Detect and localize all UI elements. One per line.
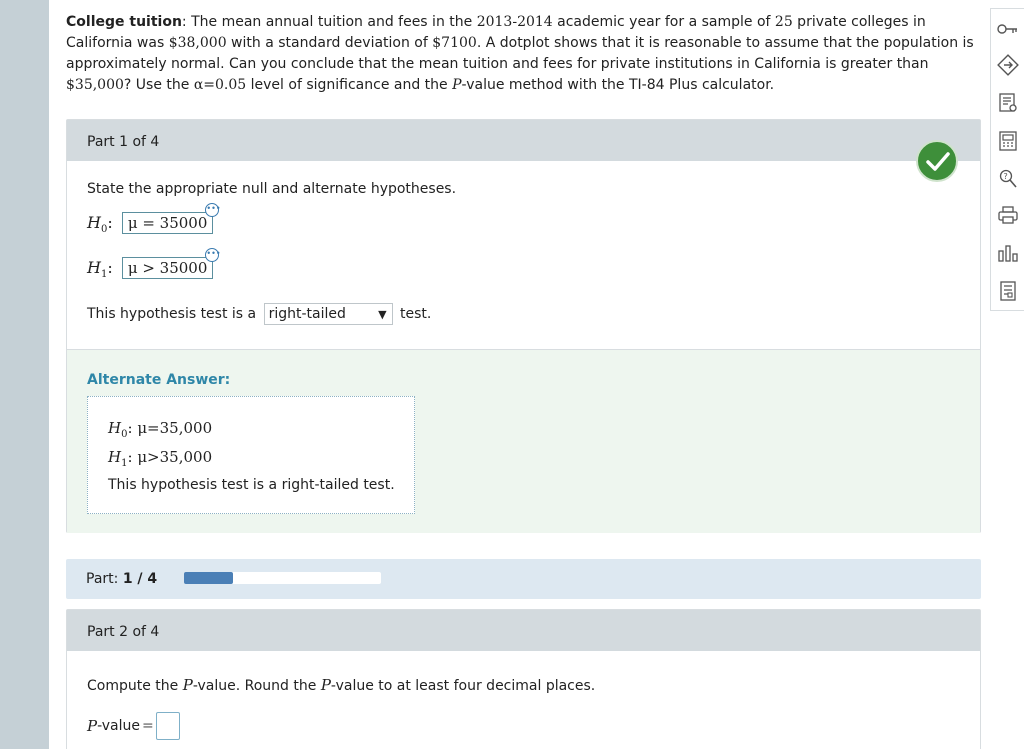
alt-h1-line: H1: μ>35,000 [108, 448, 213, 469]
problem-text: : The mean annual tuition and fees in th… [181, 14, 477, 30]
problem-text: -value method with the TI-84 Plus calcul… [461, 77, 775, 93]
alt-h0-letter: H [108, 419, 122, 437]
part1-header: Part 1 of 4 [67, 120, 980, 161]
alternate-answer-box: H0: μ=35,000 H1: μ>35,000 This hypothesi… [87, 396, 415, 514]
test-prefix: This hypothesis test is a [87, 306, 257, 322]
progress-fill [184, 572, 234, 584]
problem-mean: $38,000 [168, 35, 227, 51]
part2-header: Part 2 of 4 [67, 610, 980, 651]
progress-bar-panel: Part: 1 / 4 [66, 559, 981, 599]
part1-card: Part 1 of 4 State the appropriate null a… [66, 119, 981, 533]
part2-instruction: Compute the P-value. Round the P-value t… [87, 676, 595, 694]
content-area: College tuition: The mean annual tuition… [49, 0, 985, 749]
h1-value: μ > 35000 [127, 259, 208, 277]
more-options-icon[interactable]: ••• [205, 248, 221, 262]
print-icon[interactable] [996, 203, 1020, 227]
test-type-value: right-tailed [268, 306, 346, 322]
alt-h1-label: H1 [108, 448, 127, 469]
right-toolbar: ? [990, 8, 1024, 311]
problem-alpha: α=0.05 [193, 77, 247, 93]
pvalue-label: -value [97, 718, 141, 734]
read-aloud-icon[interactable] [996, 91, 1020, 115]
h1-label: H1 [87, 258, 107, 280]
progress-label-text: Part: [86, 571, 119, 587]
h1-letter: H [87, 258, 101, 277]
alt-h1-letter: H [108, 448, 122, 466]
problem-text: academic year for a sample of [552, 14, 775, 30]
pvalue-var: P [87, 717, 98, 735]
alt-h0-value: μ=35,000 [137, 419, 213, 437]
part2-pvar: P [320, 676, 331, 694]
alt-h0-line: H0: μ=35,000 [108, 419, 213, 440]
h0-value: μ = 35000 [127, 214, 208, 232]
progress-value: 1 / 4 [122, 571, 158, 587]
alternate-answer-title: Alternate Answer: [87, 372, 231, 388]
h0-row: H0: μ = 35000 ••• [87, 203, 221, 236]
part2-card: Part 2 of 4 Compute the P-value. Round t… [66, 609, 981, 749]
key-icon[interactable] [996, 17, 1020, 41]
more-options-icon[interactable]: ••• [205, 203, 221, 217]
help-search-icon[interactable]: ? [996, 167, 1020, 191]
h0-label: H0 [87, 213, 107, 235]
problem-sd: $7100 [432, 35, 477, 51]
h0-answer-box[interactable]: μ = 35000 ••• [121, 203, 221, 234]
alternate-answer-panel: Alternate Answer: H0: μ=35,000 H1: μ>35,… [67, 349, 980, 533]
test-suffix: test. [400, 306, 432, 322]
progress-track [184, 572, 381, 584]
problem-mu0: $35,000 [66, 77, 124, 93]
part2-text: -value. Round the [192, 678, 321, 694]
data-sheet-icon[interactable] [996, 279, 1020, 303]
alt-h1-value: μ>35,000 [137, 448, 213, 466]
part2-text: Compute the [87, 678, 183, 694]
navigate-icon[interactable] [996, 53, 1020, 77]
part2-pvar: P [182, 676, 193, 694]
problem-text: level of significance and the [246, 77, 453, 93]
h1-answer-box[interactable]: μ > 35000 ••• [121, 248, 221, 279]
alt-h0-label: H0 [108, 419, 127, 440]
alt-test-line: This hypothesis test is a right-tailed t… [108, 477, 395, 493]
pvalue-equals: = [142, 718, 154, 734]
bar-chart-icon[interactable] [996, 241, 1020, 265]
calculator-icon[interactable] [996, 129, 1020, 153]
part1-instruction: State the appropriate null and alternate… [87, 181, 457, 197]
pvalue-input[interactable] [155, 712, 180, 740]
progress-label: Part: 1 / 4 [86, 571, 157, 587]
problem-pvar: P [452, 77, 462, 93]
dropdown-arrow-icon: ▼ [378, 308, 387, 321]
test-type-select[interactable]: right-tailed ▼ [263, 303, 393, 325]
check-icon [916, 140, 958, 182]
problem-years: 2013-2014 [476, 14, 553, 30]
h1-row: H1: μ > 35000 ••• [87, 248, 221, 281]
problem-n: 25 [774, 14, 793, 30]
left-rail [0, 0, 49, 749]
part2-text: -value to at least four decimal places. [330, 678, 596, 694]
pvalue-row: P -value = [87, 712, 180, 740]
h0-letter: H [87, 213, 101, 232]
problem-text: ? Use the [123, 77, 194, 93]
problem-title: College tuition [66, 14, 182, 30]
problem-statement: College tuition: The mean annual tuition… [66, 12, 981, 96]
problem-text: with a standard deviation of [226, 35, 433, 51]
test-type-row: This hypothesis test is a right-tailed ▼ … [87, 303, 431, 325]
svg-text:?: ? [1004, 172, 1008, 181]
